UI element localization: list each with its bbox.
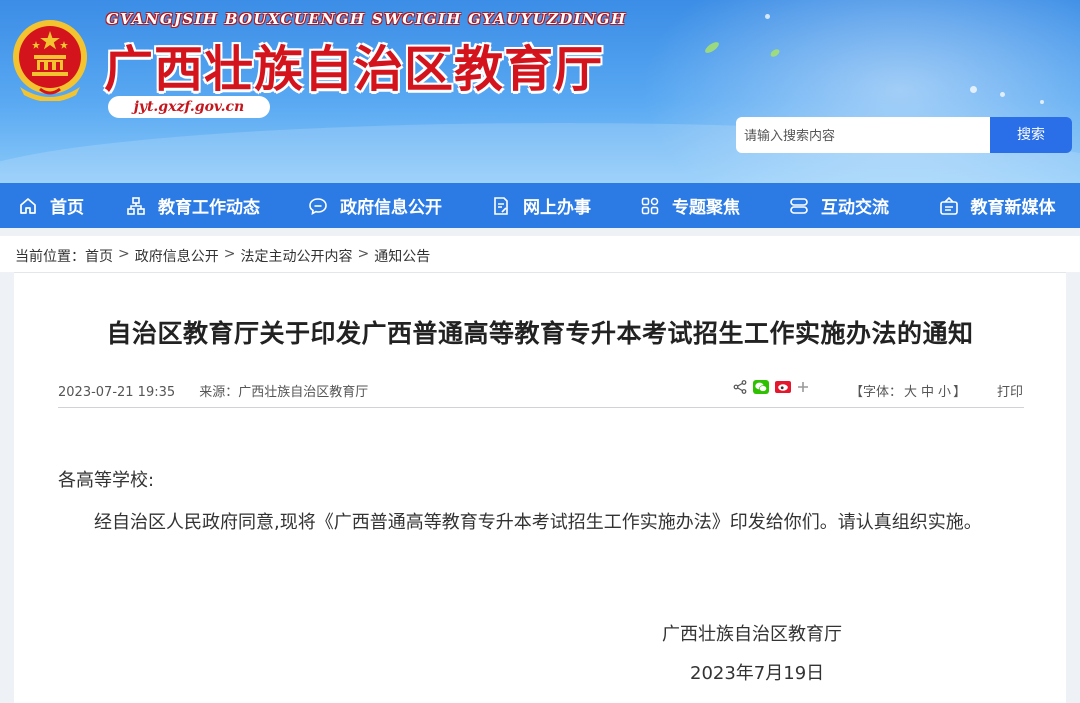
breadcrumb: 当前位置： 首页 > 政府信息公开 > 法定主动公开内容 > 通知公告 [15,246,430,266]
media-icon [939,196,958,215]
nav-item-label: 政府信息公开 [340,198,442,218]
breadcrumb-link-gov-info[interactable]: 政府信息公开 [135,246,219,266]
nav-item-home[interactable]: 首页 [0,183,102,228]
nav-item-label: 专题聚焦 [672,198,740,218]
nav-item-interaction[interactable]: 互动交流 [764,183,914,228]
breadcrumb-link-notices[interactable]: 通知公告 [374,246,430,266]
org-chart-icon [127,196,145,215]
site-url[interactable]: jyt.gxzf.gov.cn [108,96,270,118]
search-button[interactable]: 搜索 [990,117,1072,153]
publish-datetime: 2023-07-21 19:35 [58,385,176,400]
font-size-small[interactable]: 小 [938,385,951,400]
main-nav: 首页 教育工作动态 政府信息公开 网上办事 专题聚焦 互动交流 教育新媒体 [0,183,1080,228]
font-size-medium[interactable]: 中 [921,385,934,400]
home-icon [20,197,36,214]
article-salutation: 各高等学校: [58,470,155,491]
article-paragraph: 经自治区人民政府同意,现将《广西普通高等教育专升本考试招生工作实施办法》印发给你… [94,512,982,533]
nav-item-label: 教育工作动态 [158,198,260,218]
chat-bubble-icon [309,197,327,215]
plus-icon[interactable] [797,381,809,393]
grid-icon [641,197,659,214]
breadcrumb-link-home[interactable]: 首页 [85,246,113,266]
font-size-large[interactable]: 大 [904,385,917,400]
nav-item-special-topics[interactable]: 专题聚焦 [616,183,764,228]
share-icon[interactable] [733,380,747,394]
search-input[interactable] [736,117,990,153]
breadcrumb-link-mandatory-disclosure[interactable]: 法定主动公开内容 [240,246,352,266]
exchange-icon [790,197,808,214]
signature-org: 广西壮族自治区教育厅 [662,624,842,645]
article-source: 来源：广西壮族自治区教育厅 [199,385,369,400]
article-meta: 2023-07-21 19:35 来源：广西壮族自治区教育厅 [58,381,368,400]
national-emblem-icon [13,20,87,101]
nav-item-label: 互动交流 [821,198,889,218]
breadcrumb-separator: > [357,246,370,262]
document-edit-icon [494,196,508,215]
breadcrumb-separator: > [118,246,130,262]
site-title[interactable]: 广西壮族自治区教育厅 [104,30,604,101]
breadcrumb-prefix: 当前位置： [15,249,85,265]
sparkle-decoration [1000,92,1005,97]
nav-item-online-service[interactable]: 网上办事 [466,183,616,228]
font-size-close: 】 [953,385,967,400]
sparkle-decoration [1040,100,1044,104]
nav-item-education-news[interactable]: 教育工作动态 [102,183,284,228]
print-button[interactable]: 打印 [997,381,1023,400]
wechat-icon[interactable] [753,380,769,394]
weibo-icon[interactable] [775,381,791,393]
font-size-label: 【字体： [850,385,903,400]
nav-item-label: 网上办事 [523,198,591,218]
meta-divider [58,407,1024,408]
nav-item-gov-info[interactable]: 政府信息公开 [284,183,466,228]
site-header: GVANGJSIH BOUXCUENGH SWCIGIH GYAUYUZDING… [0,0,1080,183]
article-title: 自治区教育厅关于印发广西普通高等教育专升本考试招生工作实施办法的通知 [106,319,974,348]
nav-item-label: 教育新媒体 [970,198,1056,218]
sparkle-decoration [970,86,977,93]
signature-date: 2023年7月19日 [690,663,825,684]
breadcrumb-separator: > [223,246,236,262]
share-bar [733,380,815,394]
site-name-pinyin: GVANGJSIH BOUXCUENGH SWCIGIH GYAUYUZDING… [106,10,627,28]
font-size-control: 【字体：大中小】 [850,381,966,400]
sparkle-decoration [765,14,770,19]
nav-item-new-media[interactable]: 教育新媒体 [914,183,1080,228]
nav-item-label: 首页 [50,198,84,218]
